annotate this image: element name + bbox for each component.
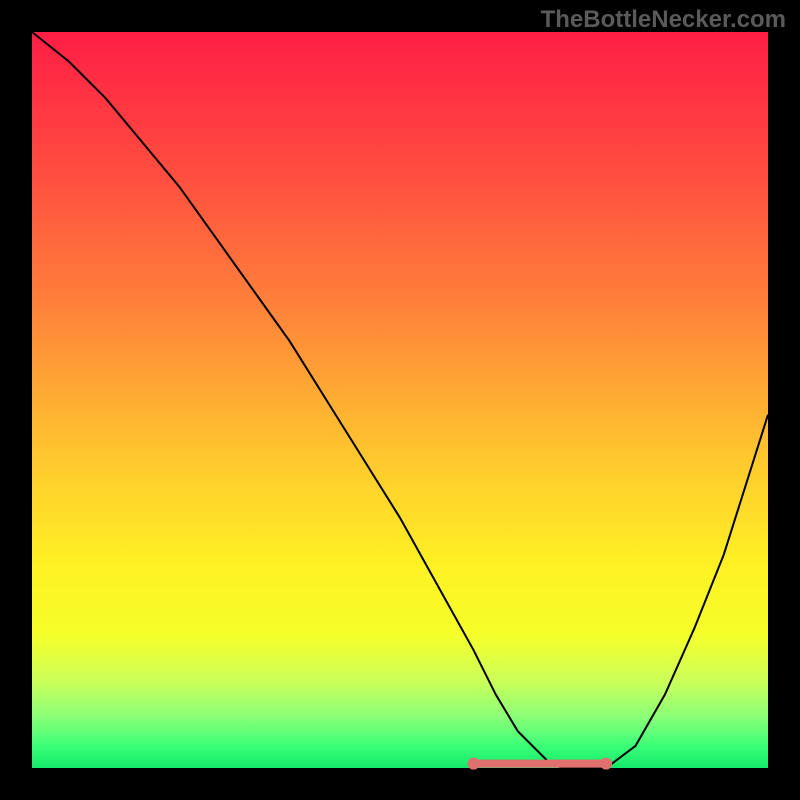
watermark-text: TheBottleNecker.com (541, 6, 786, 34)
bottleneck-chart (0, 0, 800, 800)
chart-container: TheBottleNecker.com (0, 0, 800, 800)
